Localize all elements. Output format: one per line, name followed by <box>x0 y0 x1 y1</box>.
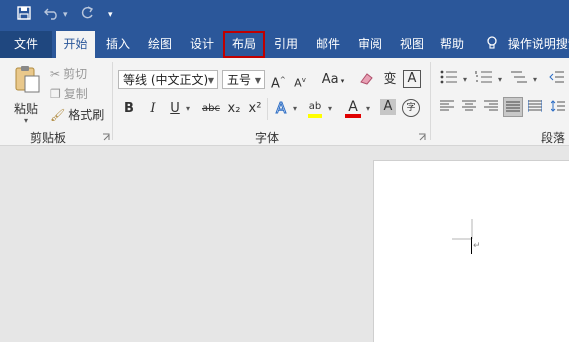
tab-file[interactable]: 文件 <box>0 31 52 58</box>
group-divider <box>112 62 113 140</box>
tab-home[interactable]: 开始 <box>56 31 95 58</box>
font-size-combo[interactable]: 五号 ▼ <box>222 70 265 89</box>
paste-button[interactable]: 粘贴 ▾ <box>10 64 44 125</box>
highlight-color-bar <box>308 114 322 118</box>
scissors-icon: ✂ <box>50 66 61 81</box>
tab-mailings[interactable]: 邮件 <box>316 31 340 58</box>
grow-font-icon[interactable]: A^ <box>271 71 286 93</box>
tab-review[interactable]: 审阅 <box>358 31 382 58</box>
italic-button[interactable]: I <box>146 100 160 118</box>
ribbon-home: 粘贴 ▾ ✂ 剪切 ❐ 复制 🖌 格式刷 剪贴板 等线 (中文正文) ▼ 五号 ▼ A… <box>0 58 569 146</box>
clear-formatting-icon[interactable] <box>358 70 374 92</box>
bold-button[interactable]: B <box>122 100 136 118</box>
ribbon-tabs: 文件 开始 插入 绘图 设计 布局 引用 邮件 审阅 视图 帮助 操作说明搜索 <box>0 31 569 58</box>
align-right-icon[interactable] <box>483 100 499 118</box>
save-icon[interactable] <box>17 6 31 24</box>
distributed-icon[interactable] <box>527 100 543 118</box>
format-painter-label: 格式刷 <box>68 108 105 122</box>
font-name-combo[interactable]: 等线 (中文正文) ▼ <box>118 70 218 89</box>
character-border-icon[interactable]: A <box>403 70 421 88</box>
tell-me-label: 操作说明搜索 <box>507 37 569 51</box>
multilevel-list-icon[interactable] <box>508 70 530 90</box>
chevron-down-icon: ▼ <box>207 76 214 85</box>
margin-corner-mark <box>452 219 473 240</box>
undo-icon[interactable] <box>44 6 60 24</box>
font-name-value: 等线 (中文正文) <box>123 73 209 87</box>
phonetic-guide-icon[interactable]: 变 <box>382 71 398 89</box>
align-left-icon[interactable] <box>439 100 455 118</box>
tab-layout[interactable]: 布局 <box>223 31 265 58</box>
tab-view[interactable]: 视图 <box>400 31 424 58</box>
paragraph-mark-icon: ↵ <box>473 241 481 251</box>
tab-insert[interactable]: 插入 <box>106 31 130 58</box>
chevron-down-icon[interactable]: ▾ <box>326 100 334 118</box>
paste-icon <box>15 66 40 93</box>
underline-dropdown-icon[interactable]: ▾ <box>184 100 192 118</box>
bullets-icon[interactable] <box>438 70 460 90</box>
clipboard-group-label: 剪贴板 <box>30 131 67 145</box>
paragraph-group-label: 段落 <box>541 131 566 145</box>
superscript-button[interactable]: x² <box>247 100 263 118</box>
paste-label: 粘贴 <box>14 102 39 116</box>
title-bar: ▾ ▾ <box>0 0 569 31</box>
cut-label: 剪切 <box>63 67 88 81</box>
tell-me-search[interactable]: 操作说明搜索 <box>486 31 569 58</box>
line-spacing-icon[interactable] <box>550 100 566 118</box>
text-cursor <box>471 237 472 254</box>
chevron-down-icon[interactable]: ▾ <box>291 100 299 118</box>
redo-icon[interactable] <box>80 6 94 24</box>
shrink-font-icon[interactable]: Av <box>293 71 307 93</box>
clipboard-launcher-icon[interactable] <box>102 133 111 142</box>
chevron-down-icon[interactable]: ▾ <box>531 71 539 89</box>
document-page[interactable]: ↵ <box>373 160 569 342</box>
align-center-icon[interactable] <box>461 100 477 118</box>
format-painter-button[interactable]: 🖌 格式刷 <box>50 106 104 123</box>
underline-button[interactable]: U <box>168 100 182 118</box>
copy-icon: ❐ <box>50 86 61 101</box>
character-shading-icon[interactable]: A <box>380 99 396 115</box>
undo-dropdown-icon[interactable]: ▾ <box>63 6 68 24</box>
tab-design[interactable]: 设计 <box>190 31 214 58</box>
highlight-color-button[interactable]: ab <box>306 98 324 120</box>
cut-button[interactable]: ✂ 剪切 <box>50 65 87 82</box>
text-effects-icon[interactable]: A <box>273 99 289 118</box>
font-size-value: 五号 <box>227 73 252 87</box>
chevron-down-icon[interactable]: ▾ <box>461 71 469 89</box>
paste-dropdown-icon[interactable]: ▾ <box>24 116 28 125</box>
strikethrough-button[interactable]: abc <box>200 100 222 118</box>
justify-icon[interactable] <box>503 97 523 117</box>
font-color-button[interactable]: A <box>344 98 362 120</box>
divider <box>267 98 268 120</box>
copy-button[interactable]: ❐ 复制 <box>50 85 88 102</box>
chevron-down-icon[interactable]: ▾ <box>496 71 504 89</box>
tab-help[interactable]: 帮助 <box>440 31 464 58</box>
lightbulb-icon <box>487 36 497 49</box>
font-group-label: 字体 <box>255 131 280 145</box>
chevron-down-icon[interactable]: ▾ <box>364 100 372 118</box>
brush-icon: 🖌 <box>50 107 66 122</box>
tab-draw[interactable]: 绘图 <box>148 31 172 58</box>
customize-icon[interactable]: ▾ <box>108 6 113 24</box>
change-case-icon[interactable]: Aa ▾ <box>319 71 347 90</box>
enclose-characters-icon[interactable]: 字 <box>402 99 420 117</box>
font-launcher-icon[interactable] <box>418 133 427 142</box>
chevron-down-icon: ▼ <box>254 76 261 85</box>
decrease-indent-icon[interactable] <box>548 70 566 90</box>
subscript-button[interactable]: x₂ <box>226 100 242 118</box>
font-color-bar <box>345 114 361 118</box>
copy-label: 复制 <box>63 87 88 101</box>
group-divider <box>430 62 431 140</box>
numbering-icon[interactable] <box>473 70 495 90</box>
tab-references[interactable]: 引用 <box>274 31 298 58</box>
